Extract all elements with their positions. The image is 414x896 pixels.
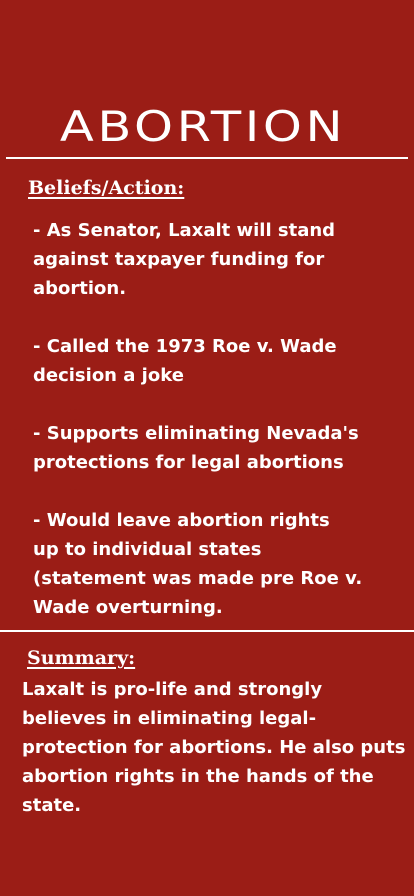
beliefs-list: - As Senator, Laxalt will stand against … (33, 216, 405, 622)
belief-item: - Would leave abortion rights up to indi… (33, 510, 363, 618)
section-divider (0, 630, 414, 632)
belief-item: - Supports eliminating Nevada's protecti… (33, 423, 359, 473)
belief-item: - Called the 1973 Roe v. Wade decision a… (33, 336, 337, 386)
belief-item: - As Senator, Laxalt will stand against … (33, 220, 336, 299)
summary-heading: Summary: (27, 647, 136, 669)
beliefs-heading: Beliefs/Action: (28, 177, 185, 199)
summary-text: Laxalt is pro-life and strongly believes… (22, 679, 406, 816)
title-divider (6, 157, 408, 159)
page-title: ABORTION (59, 102, 347, 151)
